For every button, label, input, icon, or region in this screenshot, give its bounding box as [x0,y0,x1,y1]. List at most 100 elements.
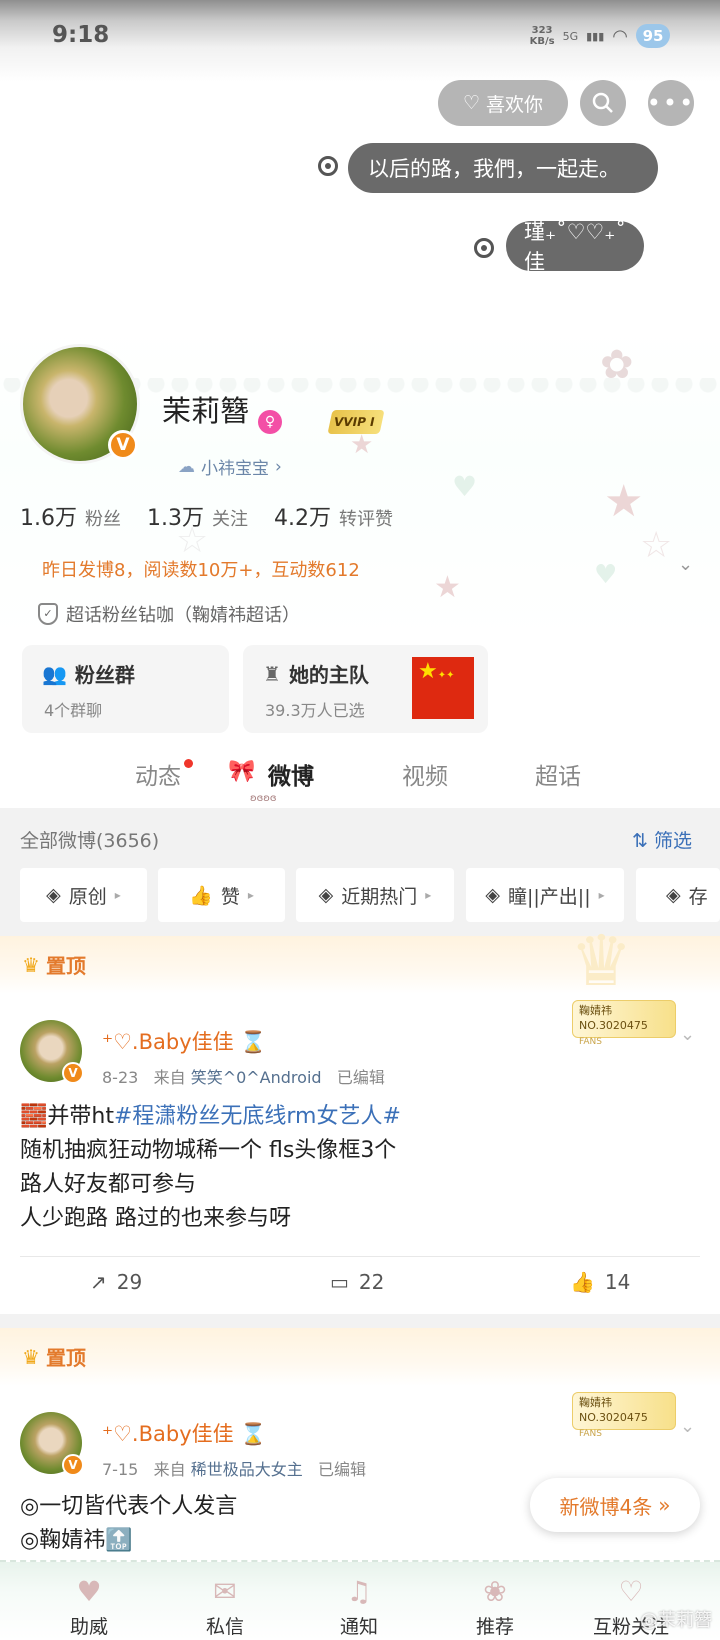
share-icon: ↗ [90,1270,107,1294]
post-source[interactable]: 笑笑^0^Android [191,1068,322,1087]
active-tab-indicator: ʚɞʚɞ [250,793,277,804]
cover-bubble-1: 以后的路，我們，一起走。 [348,143,658,193]
more-icon: ••• [646,89,696,117]
chevron-right-icon: ▸ [598,888,605,902]
new-weibo-button[interactable]: 新微博4条 » [530,1478,700,1532]
filter-icon: ⇅ [632,830,648,852]
post-body: ◎一切皆代表个人发言 ◎鞠婧祎🔝 [20,1494,238,1553]
tab-supertopic[interactable]: 超话 [535,757,581,791]
peach-icon: ♡ [462,92,481,114]
post-author[interactable]: ⁺♡.Baby佳佳 ⌛ [102,1026,266,1056]
chevron-right-icon: › [275,456,282,477]
post-meta: 7-15 来自 稀世极品大女主 已编辑 [102,1460,366,1479]
comment-icon: ▭ [330,1270,349,1294]
chip-original[interactable]: ◈ 原创 ▸ [20,868,147,922]
chevron-right-icon: ▸ [114,888,121,902]
stat-followers[interactable]: 1.6万 粉丝 [20,500,121,532]
supertopic-rank[interactable]: ✓ 超话粉丝钻咖（鞠婧祎超话） [38,601,300,627]
crown-decoration: ♛ [570,920,633,1002]
stat-interactions[interactable]: 4.2万 转评赞 [274,500,393,532]
cover-bubble-2: 瑾₊˚♡♡₊˚佳 [506,220,644,274]
crown-icon: ♛ [22,1344,40,1369]
chevron-down-icon: ⌄ [680,1024,696,1045]
chip-saved[interactable]: ◈ 存 [636,868,720,922]
watermark: @茉莉簪 [640,1610,712,1631]
nav-cheer[interactable]: ♥ 助威 [34,1572,144,1639]
status-time: 9:18 [52,22,110,48]
profile-tabs: 动态 🎀 微博 ʚɞʚɞ 视频 超话 [0,745,720,805]
like-button[interactable]: 👍 14 [570,1270,630,1294]
profile-name: 茉莉簪 [162,394,250,428]
status-icons: 323 KB/s 5G ▮▮▮ ◠ 95 [530,24,670,48]
chevron-left-icon: ‹ [18,77,34,123]
chip-output[interactable]: ◈ 瞳||产出|| ▸ [466,868,624,922]
hashtag-link[interactable]: #程潇粉丝无底线rm女艺人# [114,1104,401,1129]
china-flag-icon: ★✦✦ [412,657,474,719]
shield-icon: ✓ [38,603,58,625]
chip-liked[interactable]: 👍 赞 ▸ [158,868,285,922]
expand-button[interactable]: ⌄ [678,554,693,575]
fan-group-link[interactable]: ☁ 小祎宝宝 › [178,454,282,480]
comment-button[interactable]: ▭ 22 [330,1270,384,1294]
vip-badge[interactable]: VVIP I [327,410,386,434]
divider [20,1256,700,1257]
sticker-decoration: ✿ [600,342,634,388]
tab-weibo[interactable]: 微博 [268,757,314,791]
star-decoration: ★ [350,430,374,460]
main-team-card[interactable]: ♜ 她的主队 39.3万人已选 ★✦✦ [243,645,488,733]
verified-badge: V [108,430,138,460]
crown-icon: ♛ [22,952,40,977]
chevron-down-icon: ⌄ [678,554,694,575]
repost-button[interactable]: ↗ 29 [90,1270,142,1294]
like-you-button[interactable]: ♡ 喜欢你 [438,80,568,126]
post-source[interactable]: 稀世极品大女主 [191,1460,303,1479]
bow-icon: 🎀 [228,759,256,784]
fan-group-card[interactable]: 👥 粉丝群 4个群聊 [22,645,229,733]
nav-messages[interactable]: ✉ 私信 [170,1572,280,1639]
network-speed: 323 KB/s [529,25,555,47]
tab-dynamics[interactable]: 动态 [135,757,181,791]
star-decoration: ★ [434,570,461,605]
post-body: 🧱并带ht#程潇粉丝无底线rm女艺人# 随机抽疯狂动物城稀一个 fls头像框3个… [20,1104,401,1231]
search-button[interactable] [580,80,626,126]
female-icon: ♀ [258,410,282,434]
star-decoration: ★ [604,476,644,527]
nav-recommend[interactable]: ❀ 推荐 [440,1572,550,1639]
post-separator [0,1314,720,1328]
post-menu-button[interactable]: ⌄ [680,1024,695,1045]
chip-recent-hot[interactable]: ◈ 近期热门 ▸ [296,868,454,922]
stat-following[interactable]: 1.3万 关注 [147,500,248,532]
fans-badge[interactable]: 鞠婧祎 NO.3020475 FANS [572,1000,676,1047]
bottom-nav: ♥ 助威 ✉ 私信 ♫ 通知 ❀ 推荐 ♡ 互粉关注 [0,1560,720,1640]
post-menu-button[interactable]: ⌄ [680,1416,695,1437]
search-icon [592,92,613,113]
cloud-icon: ☁ [178,456,195,477]
verified-badge: V [62,1062,84,1084]
post-author[interactable]: ⁺♡.Baby佳佳 ⌛ [102,1418,266,1448]
verified-badge: V [62,1454,84,1476]
signal-icon: ▮▮▮ [586,29,605,43]
post-meta: 8-23 来自 笑笑^0^Android 已编辑 [102,1068,385,1087]
fans-badge[interactable]: 鞠婧祎 NO.3020475 FANS [572,1392,676,1439]
back-button[interactable]: ‹ [18,80,58,122]
thumbs-up-icon: 👍 [189,884,213,907]
more-button[interactable]: ••• [646,80,696,126]
gift-icon: ❀ [483,1575,507,1608]
bubble-dot-icon [474,238,494,258]
profile-stats: 1.6万 粉丝 1.3万 关注 4.2万 转评赞 [20,500,393,532]
group-icon: 👥 [42,661,67,686]
thumbs-up-icon: 👍 [570,1270,595,1294]
layers-icon: ◈ [318,884,334,906]
notification-dot [184,759,193,768]
wifi-icon: ◠ [612,25,628,47]
layers-icon: ◈ [46,884,61,906]
bubble-dot-icon [318,156,338,176]
filter-button[interactable]: ⇅ 筛选 [632,826,692,853]
heart-decoration: ♥ [594,560,618,590]
tab-video[interactable]: 视频 [402,757,448,791]
all-weibo-count: 全部微博(3656) [20,830,160,852]
chevron-right-icon: ▸ [247,888,254,902]
heart-decoration: ♥ [452,470,478,503]
nav-notifications[interactable]: ♫ 通知 [304,1572,414,1639]
layers-icon: ◈ [666,884,681,906]
